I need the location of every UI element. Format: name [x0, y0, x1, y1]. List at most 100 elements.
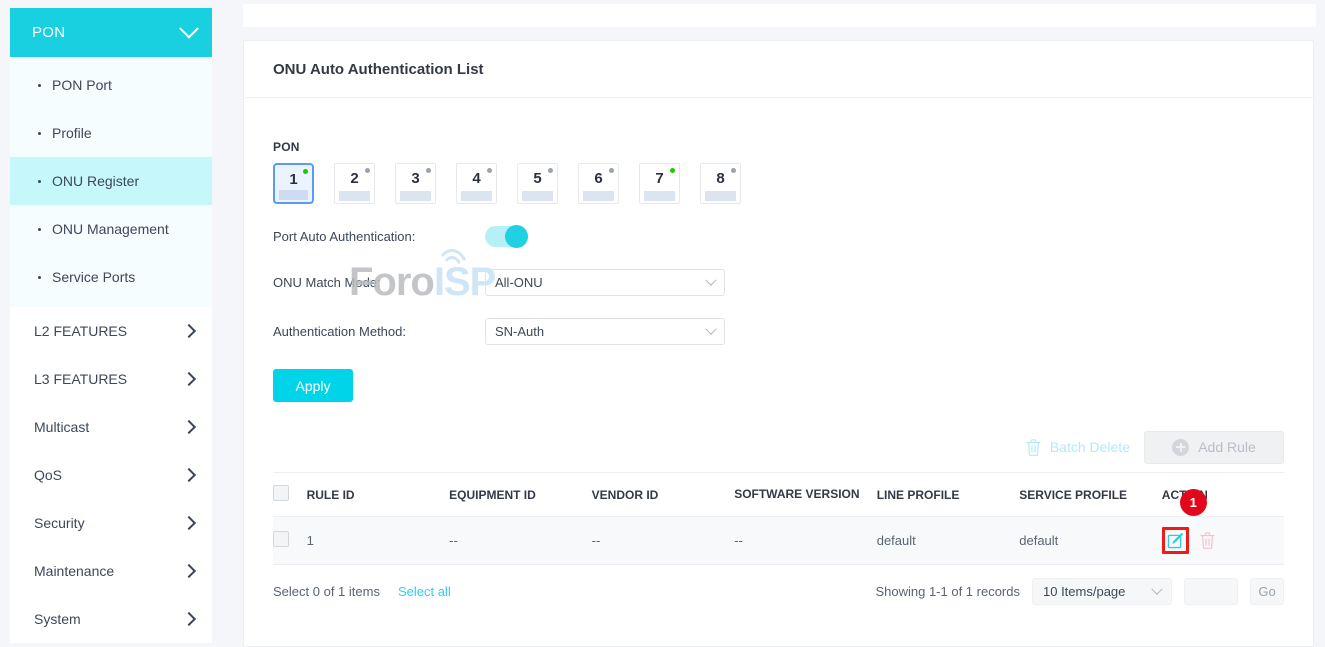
pon-port-tile-7[interactable]: 7: [639, 163, 680, 204]
authentication-method-select[interactable]: SN-Auth: [485, 318, 725, 345]
pon-port-tile-3[interactable]: 3: [395, 163, 436, 204]
status-dot-icon: [303, 169, 308, 174]
chevron-right-icon: [182, 420, 196, 434]
sidebar-subitems: PON Port Profile ONU Register ONU Manage…: [10, 57, 212, 307]
sidebar-item-label: System: [34, 611, 81, 627]
chevron-down-icon: [179, 18, 199, 38]
sidebar-item-label: Security: [34, 515, 85, 531]
column-service-profile: SERVICE PROFILE: [1019, 473, 1162, 517]
batch-delete-label: Batch Delete: [1050, 439, 1130, 455]
selection-count: Select 0 of 1 items: [273, 584, 380, 599]
sidebar-item-label: Multicast: [34, 419, 89, 435]
column-action: ACTION: [1162, 473, 1284, 517]
sidebar-item-pon-port[interactable]: PON Port: [10, 61, 212, 109]
pon-port-tile-2[interactable]: 2: [334, 163, 375, 204]
chevron-right-icon: [182, 612, 196, 626]
cell-software-version: --: [734, 517, 877, 565]
cell-rule-id: 1: [307, 517, 450, 565]
pon-port-tile-6[interactable]: 6: [578, 163, 619, 204]
sidebar-item-service-ports[interactable]: Service Ports: [10, 253, 212, 301]
sidebar-item-label: L2 FEATURES: [34, 323, 127, 339]
rules-table: RULE ID EQUIPMENT ID VENDOR ID SOFTWARE …: [273, 472, 1284, 565]
chevron-right-icon: [182, 468, 196, 482]
sidebar-item-l2-features[interactable]: L2 FEATURES: [10, 307, 212, 355]
table-toolbar: Batch Delete Add Rule: [273, 430, 1284, 464]
cell-service-profile: default: [1019, 517, 1162, 565]
column-line-profile: LINE PROFILE: [877, 473, 1020, 517]
page-size-select[interactable]: 10 Items/page: [1032, 578, 1172, 605]
page-title: ONU Auto Authentication List: [244, 41, 1313, 98]
bullet-icon: [38, 276, 41, 279]
row-checkbox[interactable]: [273, 531, 289, 547]
table-footer: Select 0 of 1 items Select all Showing 1…: [273, 578, 1284, 605]
select-all-link[interactable]: Select all: [398, 584, 451, 599]
sidebar-item-qos[interactable]: QoS: [10, 451, 212, 499]
cell-action: 1: [1162, 517, 1284, 565]
chevron-right-icon: [182, 324, 196, 338]
add-rule-label: Add Rule: [1198, 439, 1256, 455]
sidebar-group-pon-label: PON: [32, 24, 65, 41]
onu-match-mode-label: ONU Match Mode:: [273, 275, 485, 290]
column-equipment-id: EQUIPMENT ID: [449, 473, 592, 517]
pon-port-bar: [583, 191, 614, 201]
sidebar-group-pon[interactable]: PON: [10, 8, 212, 57]
status-dot-icon: [609, 168, 614, 173]
chevron-down-icon: [1151, 583, 1162, 594]
form-row-auth-method: Authentication Method: SN-Auth: [273, 318, 1284, 345]
records-summary: Showing 1-1 of 1 records: [875, 584, 1020, 599]
sidebar-item-profile[interactable]: Profile: [10, 109, 212, 157]
edit-button-highlight: [1162, 527, 1189, 554]
sidebar-item-security[interactable]: Security: [10, 499, 212, 547]
page-size-value: 10 Items/page: [1043, 584, 1153, 599]
status-dot-icon: [426, 168, 431, 173]
pon-port-tile-4[interactable]: 4: [456, 163, 497, 204]
status-dot-icon: [670, 168, 675, 173]
sidebar-item-multicast[interactable]: Multicast: [10, 403, 212, 451]
apply-button[interactable]: Apply: [273, 369, 353, 402]
authentication-method-value: SN-Auth: [495, 324, 707, 339]
status-dot-icon: [731, 168, 736, 173]
pon-port-bar: [279, 190, 308, 200]
onu-match-mode-select[interactable]: All-ONU: [485, 269, 725, 296]
add-rule-button[interactable]: Add Rule: [1144, 431, 1284, 464]
sidebar-item-maintenance[interactable]: Maintenance: [10, 547, 212, 595]
pon-port-tile-1[interactable]: 1: [273, 163, 314, 204]
goto-page-input[interactable]: [1184, 578, 1238, 605]
pon-port-tile-8[interactable]: 8: [700, 163, 741, 204]
select-all-header: [273, 473, 307, 517]
sidebar-item-l3-features[interactable]: L3 FEATURES: [10, 355, 212, 403]
port-auto-auth-toggle[interactable]: [485, 226, 528, 247]
sidebar-item-label: ONU Register: [52, 173, 139, 189]
edit-pencil-icon[interactable]: [1166, 531, 1185, 550]
onu-match-mode-value: All-ONU: [495, 275, 707, 290]
status-dot-icon: [548, 168, 553, 173]
pon-port-bar: [705, 191, 736, 201]
pon-port-bar: [522, 191, 553, 201]
port-auto-auth-label: Port Auto Authentication:: [273, 229, 485, 244]
authentication-method-label: Authentication Method:: [273, 324, 485, 339]
pagination-controls: Showing 1-1 of 1 records 10 Items/page G…: [875, 578, 1284, 605]
pon-port-bar: [339, 191, 370, 201]
action-buttons: 1: [1162, 527, 1284, 554]
form-row-port-auto-auth: Port Auto Authentication:: [273, 226, 1284, 247]
sidebar-item-onu-register[interactable]: ONU Register: [10, 157, 212, 205]
select-all-checkbox[interactable]: [273, 485, 289, 501]
delete-trash-icon[interactable]: [1199, 531, 1216, 550]
pon-selector-label: PON: [273, 140, 1284, 154]
sidebar: PON PON Port Profile ONU Register ONU Ma…: [10, 8, 212, 643]
sidebar-item-onu-management[interactable]: ONU Management: [10, 205, 212, 253]
sidebar-item-label: ONU Management: [52, 221, 169, 237]
sidebar-item-label: Service Ports: [52, 269, 135, 285]
content-card: ONU Auto Authentication List PON 1 2 3 4: [243, 40, 1314, 647]
row-select-cell: [273, 517, 307, 565]
plus-icon: [1172, 439, 1189, 456]
batch-delete-button[interactable]: Batch Delete: [1025, 438, 1130, 457]
chevron-right-icon: [182, 516, 196, 530]
chevron-down-icon: [705, 323, 716, 334]
status-dot-icon: [487, 168, 492, 173]
cell-equipment-id: --: [449, 517, 592, 565]
go-button[interactable]: Go: [1250, 578, 1284, 605]
sidebar-item-label: PON Port: [52, 77, 112, 93]
pon-port-tile-5[interactable]: 5: [517, 163, 558, 204]
sidebar-item-system[interactable]: System: [10, 595, 212, 643]
